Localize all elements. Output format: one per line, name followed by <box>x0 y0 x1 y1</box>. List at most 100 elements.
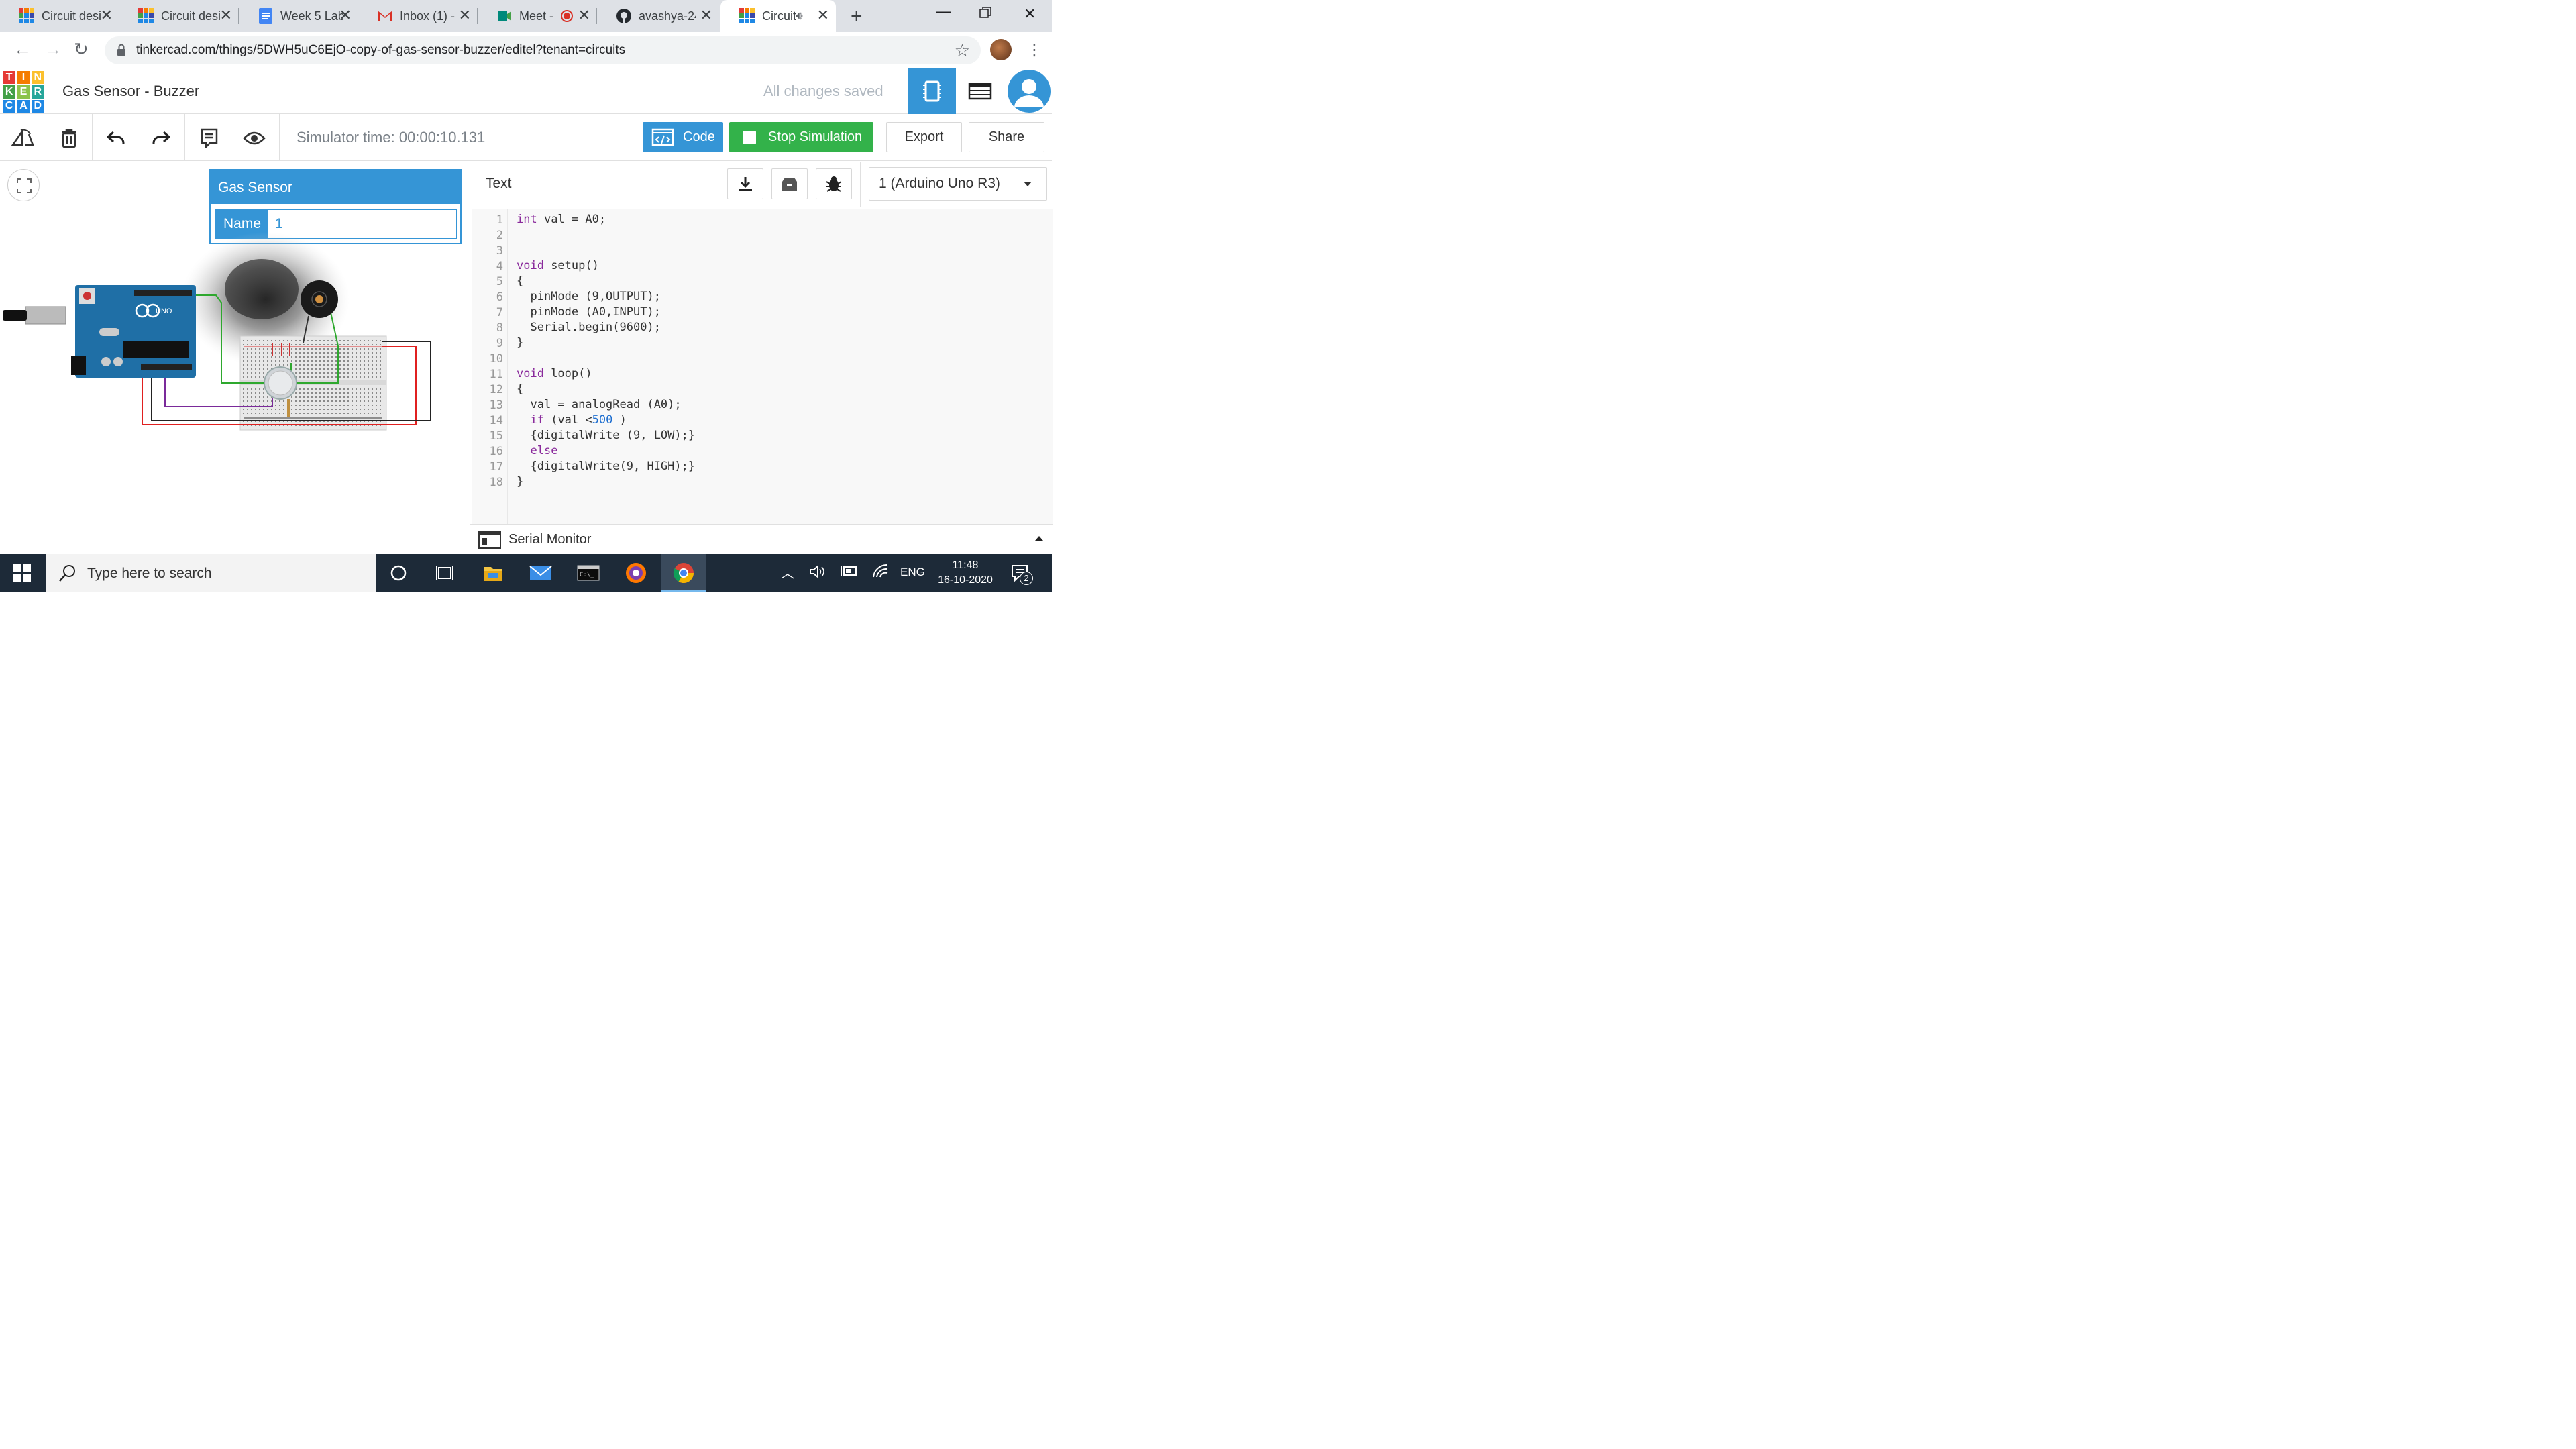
close-icon[interactable]: ✕ <box>220 8 232 23</box>
code-panel: Text 1 (Arduino Uno R3) 1 2 3 4 5 6 7 8 … <box>470 162 1053 554</box>
redo-icon <box>152 131 170 144</box>
line-number: 17 <box>489 460 503 474</box>
file-explorer-icon[interactable] <box>482 562 504 584</box>
share-button[interactable]: Share <box>969 122 1044 152</box>
browser-tab-active[interactable]: Circuit 🔊︎ ✕ <box>720 0 836 32</box>
toolbar-divider <box>92 114 93 161</box>
volume-icon[interactable] <box>809 564 825 583</box>
language-indicator[interactable]: ENG <box>900 566 925 579</box>
redo-button[interactable] <box>149 126 173 150</box>
action-center-button[interactable]: 2 <box>1010 564 1033 586</box>
cortana-icon[interactable] <box>387 562 410 584</box>
forward-icon[interactable]: → <box>44 39 62 60</box>
code-line: pinMode (9,OUTPUT); <box>517 290 661 303</box>
profile-avatar[interactable] <box>990 39 1012 60</box>
stop-simulation-label: Stop Simulation <box>768 129 863 144</box>
line-number: 18 <box>489 476 503 489</box>
mail-icon[interactable] <box>529 562 552 584</box>
show-hidden-icons[interactable]: ︿ <box>781 562 794 582</box>
reload-icon[interactable]: ↻ <box>74 39 89 60</box>
line-number: 12 <box>489 383 503 396</box>
library-box-icon <box>782 178 797 191</box>
code-line: } <box>517 336 524 350</box>
libraries-button[interactable] <box>771 168 808 199</box>
tab-title: Inbox (1) - <box>400 9 455 23</box>
close-icon[interactable]: ✕ <box>459 8 471 23</box>
tinkercad-logo[interactable]: T I N K E R C A D <box>3 71 44 113</box>
taskbar-clock[interactable]: 11:48 16-10-2020 <box>934 558 997 588</box>
line-number: 9 <box>496 337 503 350</box>
window-close-icon[interactable]: ✕ <box>1024 5 1036 23</box>
terminal-icon[interactable]: C:\_ <box>577 562 600 584</box>
browser-tab-strip: Circuit desi ✕ Circuit desi ✕ Week 5 Lab… <box>0 0 1052 32</box>
close-icon[interactable]: ✕ <box>101 8 113 23</box>
task-view-icon[interactable] <box>433 562 456 584</box>
logo-letter: D <box>31 99 44 113</box>
device-select-value: 1 (Arduino Uno R3) <box>879 176 1000 191</box>
stop-simulation-button[interactable]: Stop Simulation <box>729 122 873 152</box>
code-mode-label[interactable]: Text <box>486 176 512 192</box>
browser-tab[interactable]: avashya-24 ✕ <box>597 0 719 32</box>
debugger-button[interactable] <box>816 168 852 199</box>
browser-tab[interactable]: Week 5 Lab ✕ <box>239 0 358 32</box>
code-line: {digitalWrite (9, LOW);} <box>517 429 696 442</box>
close-icon[interactable]: ✕ <box>817 8 829 23</box>
download-code-button[interactable] <box>727 168 763 199</box>
line-number: 15 <box>489 429 503 443</box>
restore-icon[interactable] <box>979 5 991 23</box>
search-placeholder: Type here to search <box>87 566 212 581</box>
windows-start-icon[interactable] <box>13 564 31 582</box>
line-number: 5 <box>496 275 503 288</box>
arduino-uno-board[interactable]: UNO <box>3 285 196 378</box>
undo-button[interactable] <box>104 126 128 150</box>
user-avatar[interactable] <box>1008 70 1051 113</box>
wifi-icon[interactable] <box>872 564 888 582</box>
visibility-button[interactable] <box>242 126 266 150</box>
delete-button[interactable] <box>57 126 81 150</box>
browser-tab[interactable]: Meet - ✕ <box>478 0 597 32</box>
clock-date: 16-10-2020 <box>938 574 993 586</box>
rotate-button[interactable] <box>11 126 35 150</box>
back-icon[interactable]: ← <box>13 39 31 60</box>
project-title[interactable]: Gas Sensor - Buzzer <box>62 83 199 100</box>
notes-button[interactable] <box>197 126 221 150</box>
notification-badge: 2 <box>1020 572 1033 585</box>
tab-title: Circuit desi <box>42 9 102 23</box>
chrome-taskbar-slot[interactable] <box>661 554 706 592</box>
close-icon[interactable]: ✕ <box>339 8 352 23</box>
chrome-menu-icon[interactable]: ⋮ <box>1026 40 1042 60</box>
component-list-button[interactable] <box>956 68 1004 114</box>
code-line: { <box>517 274 524 288</box>
circuit-view-button[interactable] <box>908 68 956 114</box>
chevron-up-icon[interactable] <box>1035 536 1043 541</box>
export-button[interactable]: Export <box>886 122 962 152</box>
taskbar-search[interactable]: Type here to search <box>46 554 376 592</box>
address-bar[interactable]: tinkercad.com/things/5DWH5uC6EjO-copy-of… <box>105 36 981 64</box>
bookmark-star-icon[interactable]: ☆ <box>955 40 970 61</box>
browser-tab[interactable]: Inbox (1) - ✕ <box>358 0 478 32</box>
close-icon[interactable]: ✕ <box>578 8 590 23</box>
code-editor[interactable]: 1 2 3 4 5 6 7 8 9 10 11 12 13 14 15 16 1… <box>472 209 1053 524</box>
battery-icon[interactable] <box>840 564 857 582</box>
code-line: Serial.begin(9600); <box>517 321 661 334</box>
avast-browser-icon[interactable] <box>625 562 647 584</box>
save-status: All changes saved <box>763 83 883 99</box>
logo-letter: R <box>31 85 44 99</box>
buzzer-component[interactable] <box>301 280 338 318</box>
speaker-icon[interactable]: 🔊︎ <box>796 9 803 23</box>
browser-tab[interactable]: Circuit desi ✕ <box>0 0 119 32</box>
code-line: pinMode (A0,INPUT); <box>517 305 661 319</box>
code-line: {digitalWrite(9, HIGH);} <box>517 460 696 473</box>
code-button[interactable]: Code <box>643 122 723 152</box>
code-panel-header: Text 1 (Arduino Uno R3) <box>470 162 1053 207</box>
minimize-icon[interactable]: — <box>936 3 951 20</box>
close-icon[interactable]: ✕ <box>700 8 712 23</box>
new-tab-icon[interactable]: + <box>851 5 863 28</box>
device-select[interactable]: 1 (Arduino Uno R3) <box>869 167 1047 201</box>
serial-monitor-bar[interactable]: Serial Monitor <box>470 524 1053 554</box>
code-line: void loop() <box>517 367 592 380</box>
browser-tab[interactable]: Circuit desi ✕ <box>119 0 239 32</box>
tab-title: Circuit <box>762 9 797 23</box>
circuit-canvas[interactable]: Gas Sensor Name 1 UNO <box>0 162 470 554</box>
line-number: 1 <box>496 213 503 227</box>
